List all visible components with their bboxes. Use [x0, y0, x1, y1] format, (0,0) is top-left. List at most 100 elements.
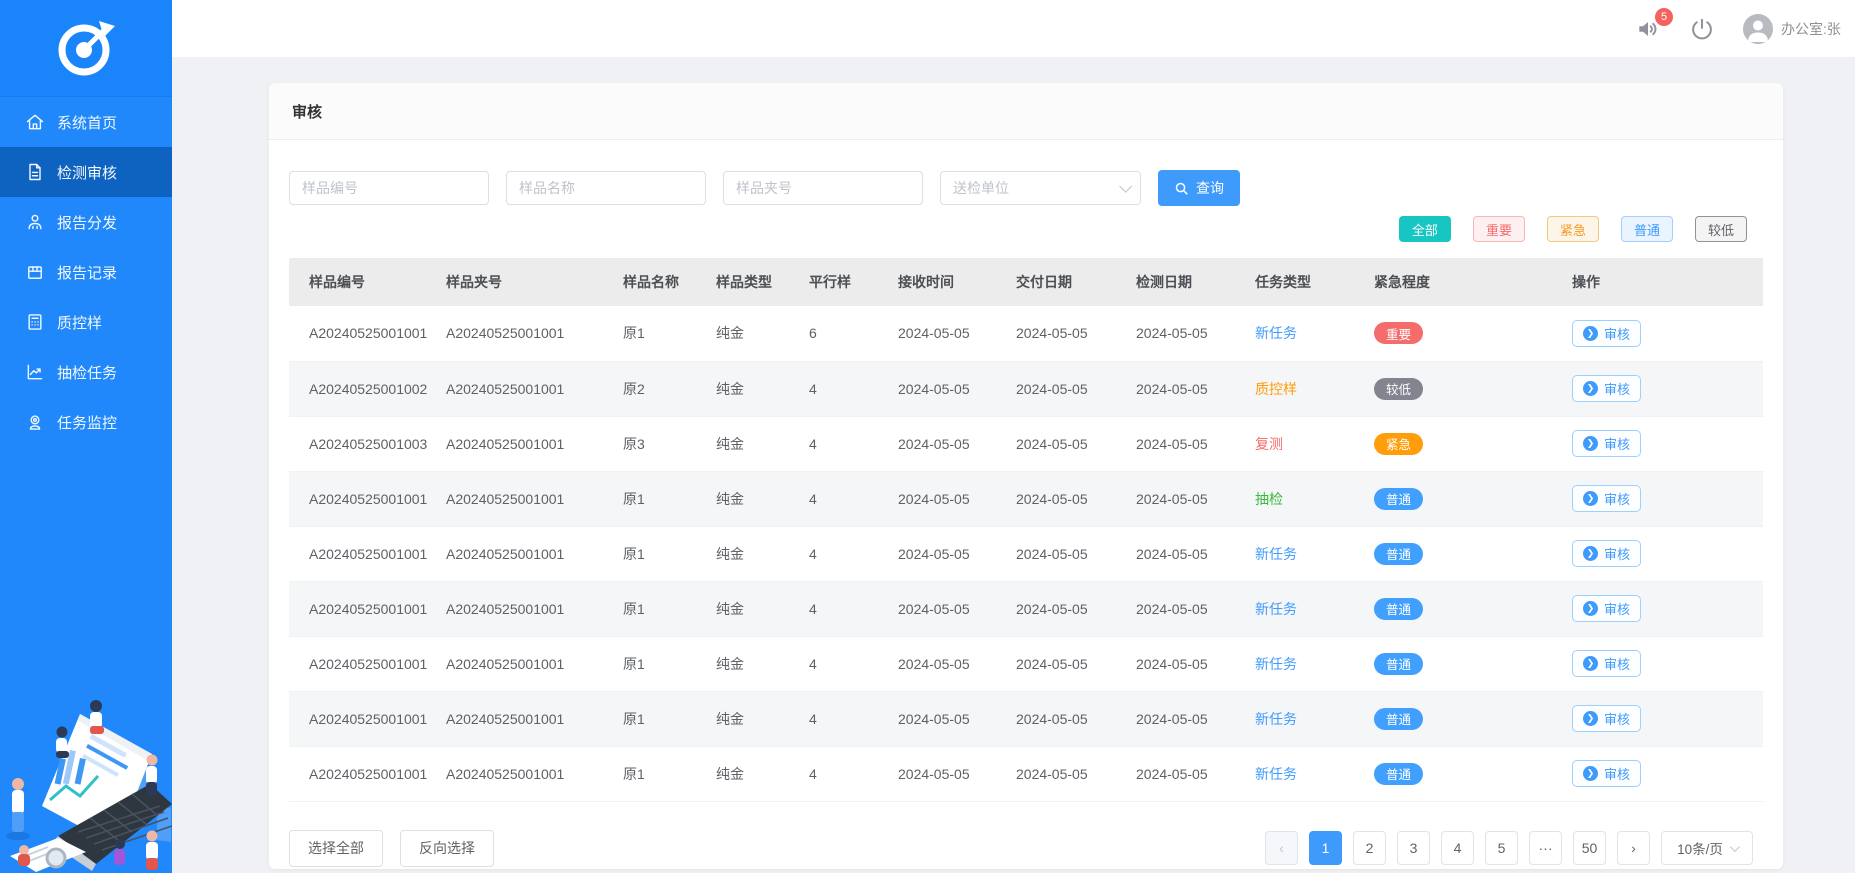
task-type-label: 新任务 [1255, 546, 1297, 562]
filter-tag-normal[interactable]: 普通 [1621, 216, 1673, 242]
sample-folder-input[interactable] [723, 171, 923, 205]
arrow-right-circle-icon [1583, 711, 1598, 726]
audit-button[interactable]: 审核 [1572, 485, 1641, 512]
pagination-page-3[interactable]: 3 [1397, 831, 1430, 865]
arrow-right-circle-icon [1583, 601, 1598, 616]
select-placeholder: 送检单位 [953, 178, 1009, 198]
cell-parallel: 4 [809, 601, 817, 617]
cell-folder-no: A20240525001001 [446, 601, 564, 617]
pagination-ellipsis-button[interactable]: ··· [1529, 831, 1562, 865]
pagination-page-5[interactable]: 5 [1485, 831, 1518, 865]
filter-tag-all[interactable]: 全部 [1399, 216, 1451, 242]
sidebar-item-2[interactable]: 检测审核 [0, 147, 172, 197]
sidebar-item-3[interactable]: 报告分发 [0, 197, 172, 247]
cell-parallel: 4 [809, 491, 817, 507]
table-header-row: 样品编号样品夹号样品名称样品类型平行样接收时间交付日期检测日期任务类型紧急程度操… [289, 258, 1763, 306]
audit-button-label: 审核 [1604, 599, 1630, 618]
table-footer: 选择全部 反向选择 ‹ 12345 ··· 50 › 10条/页 [289, 830, 1763, 867]
audit-button-label: 审核 [1604, 764, 1630, 783]
table-row: A20240525001001 A20240525001001 原1 纯金 4 … [289, 636, 1763, 691]
filter-row: 送检单位 查询 [289, 170, 1763, 206]
logo[interactable] [0, 0, 172, 97]
cell-sample-name: 原1 [623, 711, 645, 727]
audit-button[interactable]: 审核 [1572, 650, 1641, 677]
cell-test-date: 2024-05-05 [1136, 325, 1208, 341]
user-menu[interactable]: 办公室:张 [1743, 14, 1841, 44]
sidebar-item-label: 抽检任务 [57, 362, 117, 383]
table-row: A20240525001001 A20240525001001 原1 纯金 4 … [289, 526, 1763, 581]
audit-button[interactable]: 审核 [1572, 595, 1641, 622]
cell-folder-no: A20240525001001 [446, 546, 564, 562]
column-header: 平行样 [801, 258, 890, 306]
sidebar-item-4[interactable]: 报告记录 [0, 247, 172, 297]
cell-parallel: 4 [809, 381, 817, 397]
arrow-right-circle-icon [1583, 766, 1598, 781]
notification-speaker-button[interactable]: 5 [1635, 16, 1661, 42]
arrow-right-circle-icon [1583, 491, 1598, 506]
invert-selection-button[interactable]: 反向选择 [400, 830, 494, 867]
audit-button[interactable]: 审核 [1572, 540, 1641, 567]
sidebar-item-1[interactable]: 系统首页 [0, 97, 172, 147]
sample-name-input[interactable] [506, 171, 706, 205]
filter-tag-urgent[interactable]: 紧急 [1547, 216, 1599, 242]
sidebar-item-6[interactable]: 抽检任务 [0, 347, 172, 397]
pagination-page-50[interactable]: 50 [1573, 831, 1606, 865]
document-icon [25, 162, 45, 182]
pagination-next-button[interactable]: › [1617, 831, 1650, 865]
table-row: A20240525001002 A20240525001001 原2 纯金 4 … [289, 361, 1763, 416]
search-button[interactable]: 查询 [1158, 170, 1240, 206]
pagination-pages: 12345 ··· 50 [1309, 831, 1606, 865]
urgency-badge: 普通 [1374, 653, 1423, 675]
audit-button-label: 审核 [1604, 434, 1630, 453]
cell-folder-no: A20240525001001 [446, 491, 564, 507]
cell-sample-no: A20240525001001 [309, 546, 427, 562]
cell-received-date: 2024-05-05 [898, 381, 970, 397]
cell-parallel: 4 [809, 656, 817, 672]
cell-test-date: 2024-05-05 [1136, 656, 1208, 672]
audit-button-label: 审核 [1604, 544, 1630, 563]
sample-no-input[interactable] [289, 171, 489, 205]
cell-sample-type: 纯金 [716, 656, 744, 672]
audit-button[interactable]: 审核 [1572, 430, 1641, 457]
notification-badge: 5 [1655, 8, 1673, 26]
logout-power-button[interactable] [1689, 16, 1715, 42]
pagination-page-2[interactable]: 2 [1353, 831, 1386, 865]
column-header: 操作 [1564, 258, 1763, 306]
sidebar-item-7[interactable]: 任务监控 [0, 397, 172, 447]
urgency-badge: 较低 [1374, 378, 1423, 400]
filter-tag-low[interactable]: 较低 [1695, 216, 1747, 242]
pagination-page-4[interactable]: 4 [1441, 831, 1474, 865]
box-icon [25, 262, 45, 282]
task-type-label: 新任务 [1255, 711, 1297, 727]
cell-folder-no: A20240525001001 [446, 766, 564, 782]
audit-button[interactable]: 审核 [1572, 705, 1641, 732]
pagination-page-1[interactable]: 1 [1309, 831, 1342, 865]
audit-button-label: 审核 [1604, 379, 1630, 398]
cell-sample-name: 原2 [623, 381, 645, 397]
task-type-label: 新任务 [1255, 325, 1297, 341]
select-all-button[interactable]: 选择全部 [289, 830, 383, 867]
cell-delivery-date: 2024-05-05 [1016, 491, 1088, 507]
sending-unit-select[interactable]: 送检单位 [940, 171, 1141, 205]
arrow-right-circle-icon [1583, 381, 1598, 396]
table-row: A20240525001003 A20240525001001 原3 纯金 4 … [289, 416, 1763, 471]
sidebar-item-5[interactable]: 质控样 [0, 297, 172, 347]
avatar [1743, 14, 1773, 44]
urgency-badge: 普通 [1374, 708, 1423, 730]
cell-sample-name: 原1 [623, 656, 645, 672]
cell-received-date: 2024-05-05 [898, 601, 970, 617]
audit-button[interactable]: 审核 [1572, 375, 1641, 402]
cell-sample-name: 原1 [623, 491, 645, 507]
cell-sample-type: 纯金 [716, 491, 744, 507]
audit-button[interactable]: 审核 [1572, 760, 1641, 787]
page-size-select[interactable]: 10条/页 [1661, 831, 1753, 865]
cell-sample-no: A20240525001001 [309, 766, 427, 782]
pagination-prev-button[interactable]: ‹ [1265, 831, 1298, 865]
task-type-label: 质控样 [1255, 381, 1297, 397]
audit-button[interactable]: 审核 [1572, 320, 1641, 347]
sidebar-item-label: 质控样 [57, 312, 102, 333]
cell-received-date: 2024-05-05 [898, 656, 970, 672]
urgency-filter-tags: 全部重要紧急普通较低 [289, 216, 1763, 242]
filter-tag-important[interactable]: 重要 [1473, 216, 1525, 242]
chevron-left-icon: ‹ [1279, 840, 1284, 856]
